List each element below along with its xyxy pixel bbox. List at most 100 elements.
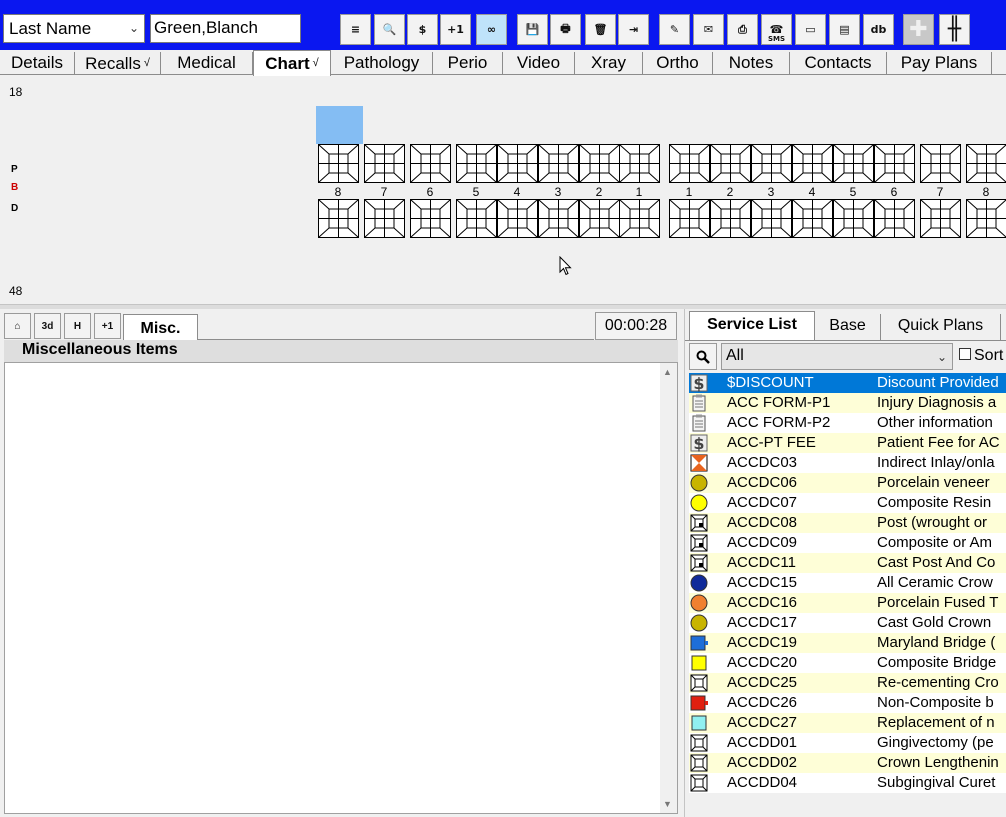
service-row[interactable]: $ ACC-PT FEE Patient Fee for AC xyxy=(689,433,1006,453)
3d-button[interactable]: 3d xyxy=(34,313,61,339)
tab-medical[interactable]: Medical xyxy=(161,52,253,75)
tooth-lower-15[interactable] xyxy=(920,199,961,238)
tooth-lower-2[interactable] xyxy=(364,199,405,238)
scroll-down-icon[interactable]: ▼ xyxy=(663,799,672,809)
tooth-upper-10[interactable] xyxy=(710,144,751,183)
tab-details[interactable]: Details xyxy=(0,52,75,75)
service-row[interactable]: ACCDC16 Porcelain Fused T xyxy=(689,593,1006,613)
tooth-upper-13[interactable] xyxy=(833,144,874,183)
h-button[interactable]: H xyxy=(64,313,91,339)
service-row[interactable]: ACC FORM-P2 Other information xyxy=(689,413,1006,433)
tooth-lower-16[interactable] xyxy=(966,199,1006,238)
tooth-upper-11[interactable] xyxy=(751,144,792,183)
tooth-lower-6[interactable] xyxy=(538,199,579,238)
tooth-upper-2[interactable] xyxy=(364,144,405,183)
merge-icon-button[interactable]: ⇥ xyxy=(618,14,649,45)
service-row[interactable]: ACCDC09 Composite or Am xyxy=(689,533,1006,553)
tooth-upper-16[interactable] xyxy=(966,144,1006,183)
service-row[interactable]: ACCDC25 Re-cementing Cro xyxy=(689,673,1006,693)
service-row[interactable]: ACCDC11 Cast Post And Co xyxy=(689,553,1006,573)
sort-checkbox[interactable]: Sort xyxy=(959,347,1003,365)
tab-ortho[interactable]: Ortho xyxy=(643,52,713,75)
scroll-up-icon[interactable]: ▲ xyxy=(663,367,672,377)
service-row[interactable]: ACCDD02 Crown Lengthenin xyxy=(689,753,1006,773)
tooth-upper-6[interactable] xyxy=(538,144,579,183)
service-row[interactable]: ACCDD01 Gingivectomy (pe xyxy=(689,733,1006,753)
tab-misc[interactable]: Misc. xyxy=(123,314,198,341)
service-list-hscrollbar[interactable] xyxy=(689,795,1006,817)
tab-xray[interactable]: Xray xyxy=(575,52,643,75)
align-icon-button[interactable]: ≡ xyxy=(340,14,371,45)
checkbox-box[interactable] xyxy=(959,348,971,360)
service-row[interactable]: ACCDC07 Composite Resin xyxy=(689,493,1006,513)
plus-one-mini-button[interactable]: +1 xyxy=(94,313,121,339)
tooth-lower-11[interactable] xyxy=(751,199,792,238)
tab-service-list[interactable]: Service List xyxy=(689,311,815,341)
tab-notes[interactable]: Notes xyxy=(713,52,790,75)
grid-button[interactable]: ╫ xyxy=(939,14,970,45)
tab-quick-plans[interactable]: Quick Plans xyxy=(881,314,1001,340)
tab-recalls[interactable]: Recalls √ xyxy=(75,52,161,75)
service-row[interactable]: ACCDC17 Cast Gold Crown xyxy=(689,613,1006,633)
tab-perio[interactable]: Perio xyxy=(433,52,503,75)
printer-stack-icon-button[interactable]: ⎙ xyxy=(727,14,758,45)
service-row[interactable]: ACC FORM-P1 Injury Diagnosis a xyxy=(689,393,1006,413)
tooth-lower-8[interactable] xyxy=(619,199,660,238)
tooth-lower-4[interactable] xyxy=(456,199,497,238)
search-icon-button[interactable]: 🔍 xyxy=(374,14,405,45)
envelope-edit-icon-button[interactable]: ✉ xyxy=(693,14,724,45)
service-row[interactable]: ACCDD04 Subgingival Curet xyxy=(689,773,1006,793)
service-row[interactable]: ACCDC15 All Ceramic Crow xyxy=(689,573,1006,593)
tooth-lower-14[interactable] xyxy=(874,199,915,238)
tooth-upper-4[interactable] xyxy=(456,144,497,183)
tooth-upper-7[interactable] xyxy=(579,144,620,183)
tooth-upper-3[interactable] xyxy=(410,144,451,183)
service-row[interactable]: ACCDC06 Porcelain veneer xyxy=(689,473,1006,493)
db-button[interactable]: db xyxy=(863,14,894,45)
tooth-lower-9[interactable] xyxy=(669,199,710,238)
tooth-upper-15[interactable] xyxy=(920,144,961,183)
tab-video[interactable]: Video xyxy=(503,52,575,75)
service-search-button[interactable] xyxy=(689,343,717,370)
tooth-upper-14[interactable] xyxy=(874,144,915,183)
service-filter-select[interactable]: All ⌄ xyxy=(721,343,953,370)
service-row[interactable]: ACCDC20 Composite Bridge xyxy=(689,653,1006,673)
dental-chart[interactable]: 18 48 P B D 8 7 6 5 4 3 2 1 1 2 3 4 5 6 7 8 xyxy=(0,76,1006,304)
service-row[interactable]: ACCDC27 Replacement of n xyxy=(689,713,1006,733)
link-icon-button[interactable]: ∞ xyxy=(476,14,507,45)
tab-pathology[interactable]: Pathology xyxy=(331,52,433,75)
patient-name-input[interactable]: Green,Blanch xyxy=(150,14,301,43)
sticky-note-icon-button[interactable]: ▤ xyxy=(829,14,860,45)
service-row[interactable]: ACCDC26 Non-Composite b xyxy=(689,693,1006,713)
card-icon-button[interactable]: ▭ xyxy=(795,14,826,45)
print-icon-button[interactable]: 🖶 xyxy=(550,14,581,45)
tooth-lower-1[interactable] xyxy=(318,199,359,238)
tooth-upper-12[interactable] xyxy=(792,144,833,183)
sms-icon-button[interactable]: ☎ SMS xyxy=(761,14,792,45)
home-button[interactable]: ⌂ xyxy=(4,313,31,339)
search-field-select[interactable]: Last Name ⌄ xyxy=(3,14,145,43)
tooth-lower-3[interactable] xyxy=(410,199,451,238)
plus-one-button[interactable]: +1 xyxy=(440,14,471,45)
service-row[interactable]: $ $DISCOUNT Discount Provided xyxy=(689,373,1006,393)
tooth-lower-5[interactable] xyxy=(497,199,538,238)
trash-icon-button[interactable]: 🗑 xyxy=(585,14,616,45)
tooth-upper-1[interactable] xyxy=(318,144,359,183)
service-list[interactable]: $ $DISCOUNT Discount Provided ACC FORM-P1 In… xyxy=(689,373,1006,793)
tab-chart[interactable]: Chart √ xyxy=(253,50,331,76)
service-row[interactable]: ACCDC03 Indirect Inlay/onla xyxy=(689,453,1006,473)
tooth-upper-9[interactable] xyxy=(669,144,710,183)
tooth-lower-10[interactable] xyxy=(710,199,751,238)
tooth-upper-5[interactable] xyxy=(497,144,538,183)
service-row[interactable]: ACCDC19 Maryland Bridge ( xyxy=(689,633,1006,653)
save-icon-button[interactable]: 💾 xyxy=(517,14,548,45)
tooth-upper-8[interactable] xyxy=(619,144,660,183)
tab-base[interactable]: Base xyxy=(815,314,881,340)
tooth-lower-12[interactable] xyxy=(792,199,833,238)
pen-icon-button[interactable]: ✎ xyxy=(659,14,690,45)
misc-scrollbar[interactable]: ▲ ▼ xyxy=(660,363,677,813)
misc-items-list[interactable]: ▲ ▼ xyxy=(4,362,678,814)
service-row[interactable]: ACCDC08 Post (wrought or xyxy=(689,513,1006,533)
tooth-lower-13[interactable] xyxy=(833,199,874,238)
tab-pay-plans[interactable]: Pay Plans xyxy=(887,52,992,75)
